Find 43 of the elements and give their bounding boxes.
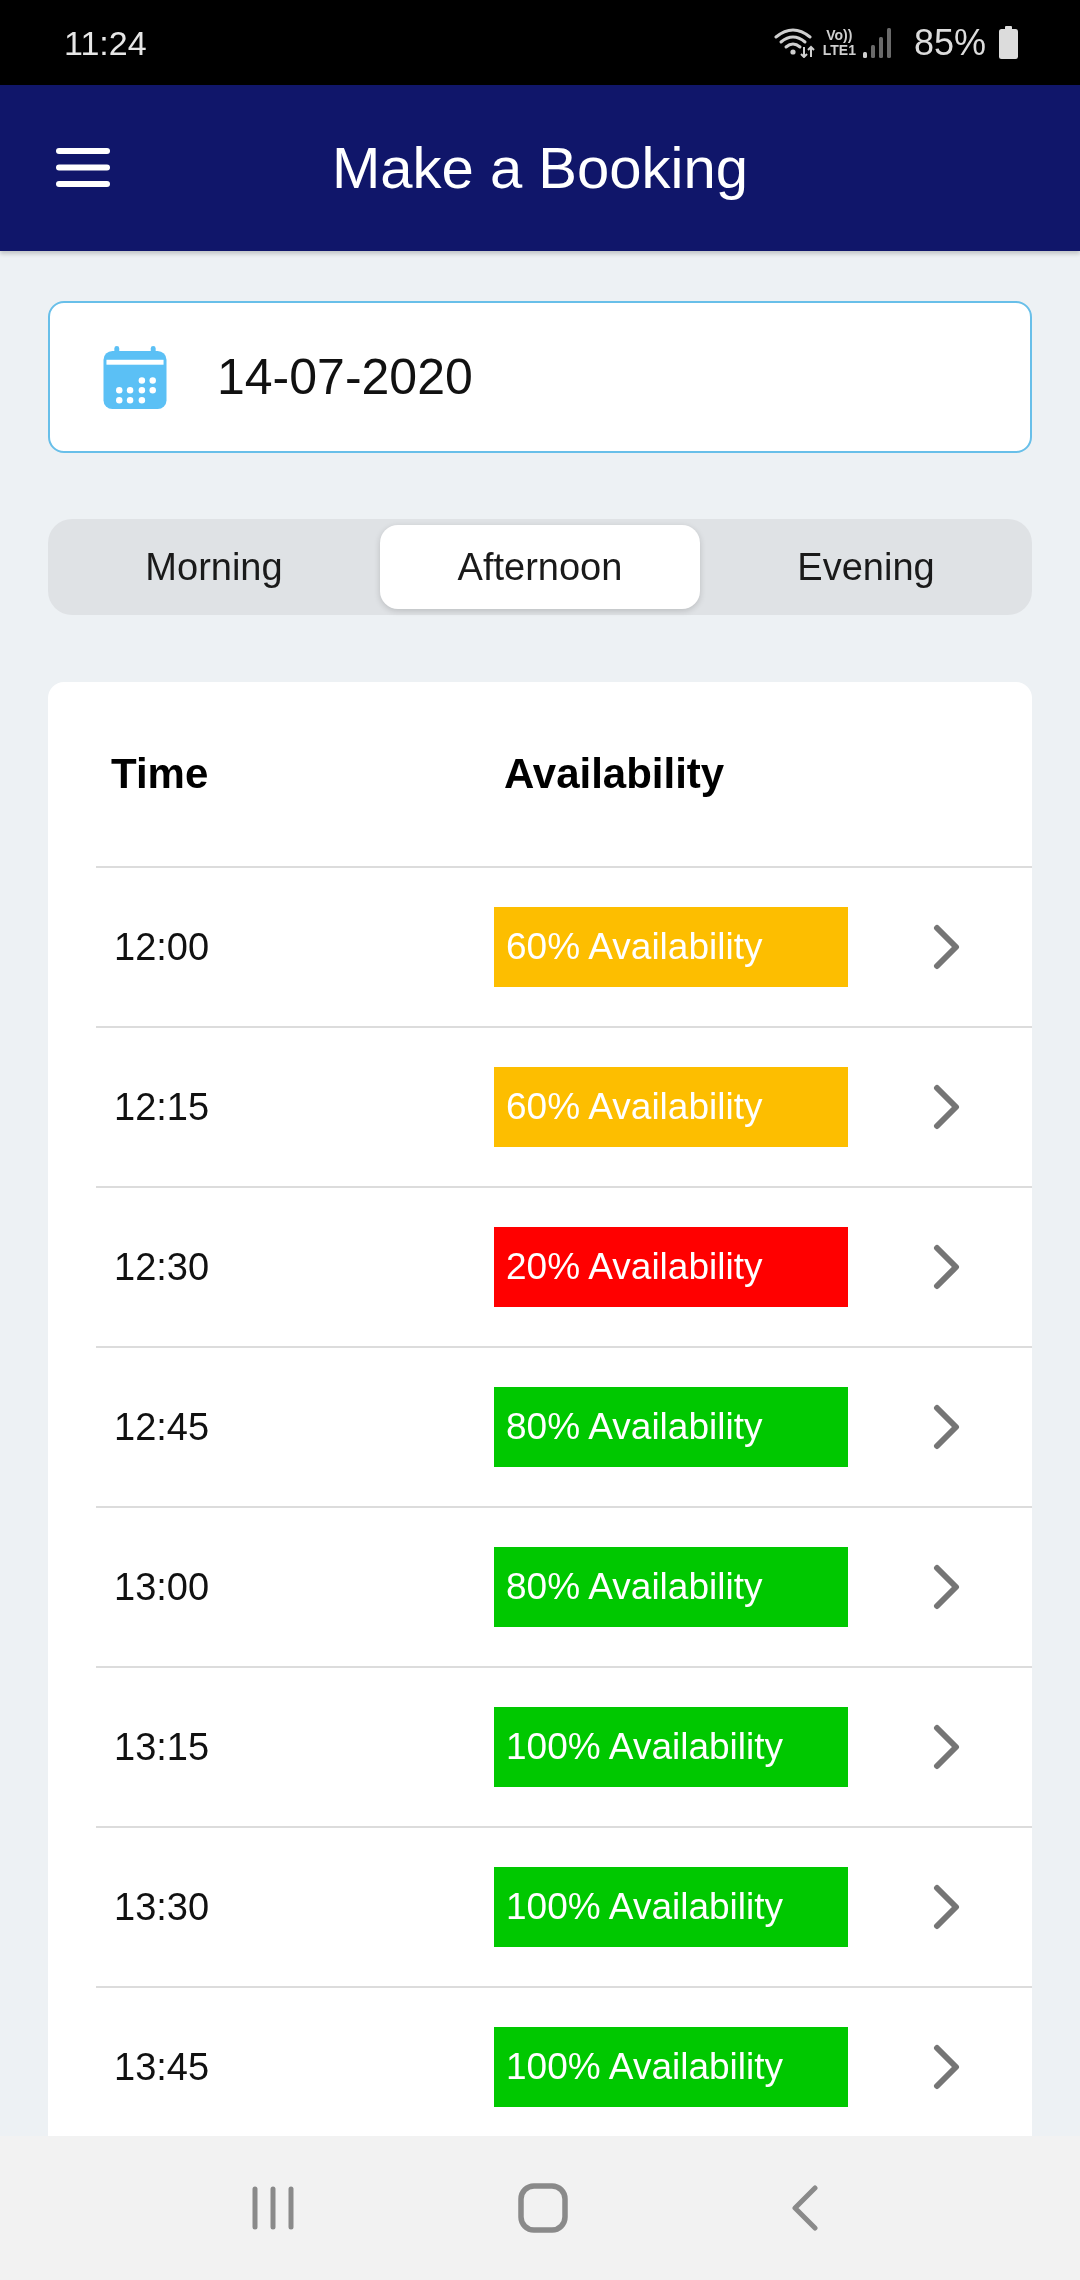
time-cell-text: 12:45: [114, 1405, 211, 1449]
chevron-icon[interactable]: [933, 924, 961, 970]
time-cell-text: 12:15: [114, 1085, 211, 1129]
chevron-icon[interactable]: [933, 2044, 961, 2090]
availability-badge: 80% Availability: [494, 1547, 848, 1627]
time-cell-text: 13:00: [114, 1565, 211, 1609]
calendar-icon: [103, 345, 167, 409]
tab[interactable]: Evening: [706, 525, 1026, 609]
date-field[interactable]: 14-07-2020: [48, 301, 1032, 453]
time-cell-text: 12:30: [114, 1245, 211, 1289]
recents-icon[interactable]: [251, 2185, 296, 2231]
signal-icon: [862, 27, 891, 58]
availability-badge: 100% Availability: [494, 2027, 848, 2107]
chevron-icon[interactable]: [933, 1884, 961, 1930]
network-label: Vo)): [826, 27, 853, 43]
home-icon[interactable]: [518, 2183, 568, 2233]
chevron-icon[interactable]: [933, 1724, 961, 1770]
back-icon[interactable]: [790, 2185, 819, 2231]
time-cell-text: 13:15: [114, 1725, 211, 1769]
time-cell-text: 13:45: [114, 2045, 211, 2089]
page-title: Make a Booking: [332, 136, 748, 200]
time-cell-text: 13:30: [114, 1885, 211, 1929]
battery-percent: 85%: [913, 24, 986, 61]
tab[interactable]: Morning: [54, 525, 374, 609]
column-header: Availability: [504, 750, 726, 798]
availability-badge: 80% Availability: [494, 1387, 848, 1467]
chevron-icon[interactable]: [933, 1244, 961, 1290]
availability-badge: 60% Availability: [494, 907, 848, 987]
availability-badge: 20% Availability: [494, 1227, 848, 1307]
status-time: 11:24: [64, 25, 147, 60]
tab[interactable]: Afternoon: [380, 525, 700, 609]
availability-badge: 60% Availability: [494, 1067, 848, 1147]
time-cell-text: 12:00: [114, 925, 211, 969]
chevron-icon[interactable]: [933, 1564, 961, 1610]
chevron-icon[interactable]: [933, 1084, 961, 1130]
wifi-icon: [773, 27, 816, 58]
column-header: Time: [111, 750, 210, 798]
network-label: LTE1: [822, 42, 856, 58]
menu-icon[interactable]: [56, 148, 110, 187]
availability-badge: 100% Availability: [494, 1867, 848, 1947]
battery-icon: [999, 26, 1018, 59]
chevron-icon[interactable]: [933, 1404, 961, 1450]
availability-badge: 100% Availability: [494, 1707, 848, 1787]
